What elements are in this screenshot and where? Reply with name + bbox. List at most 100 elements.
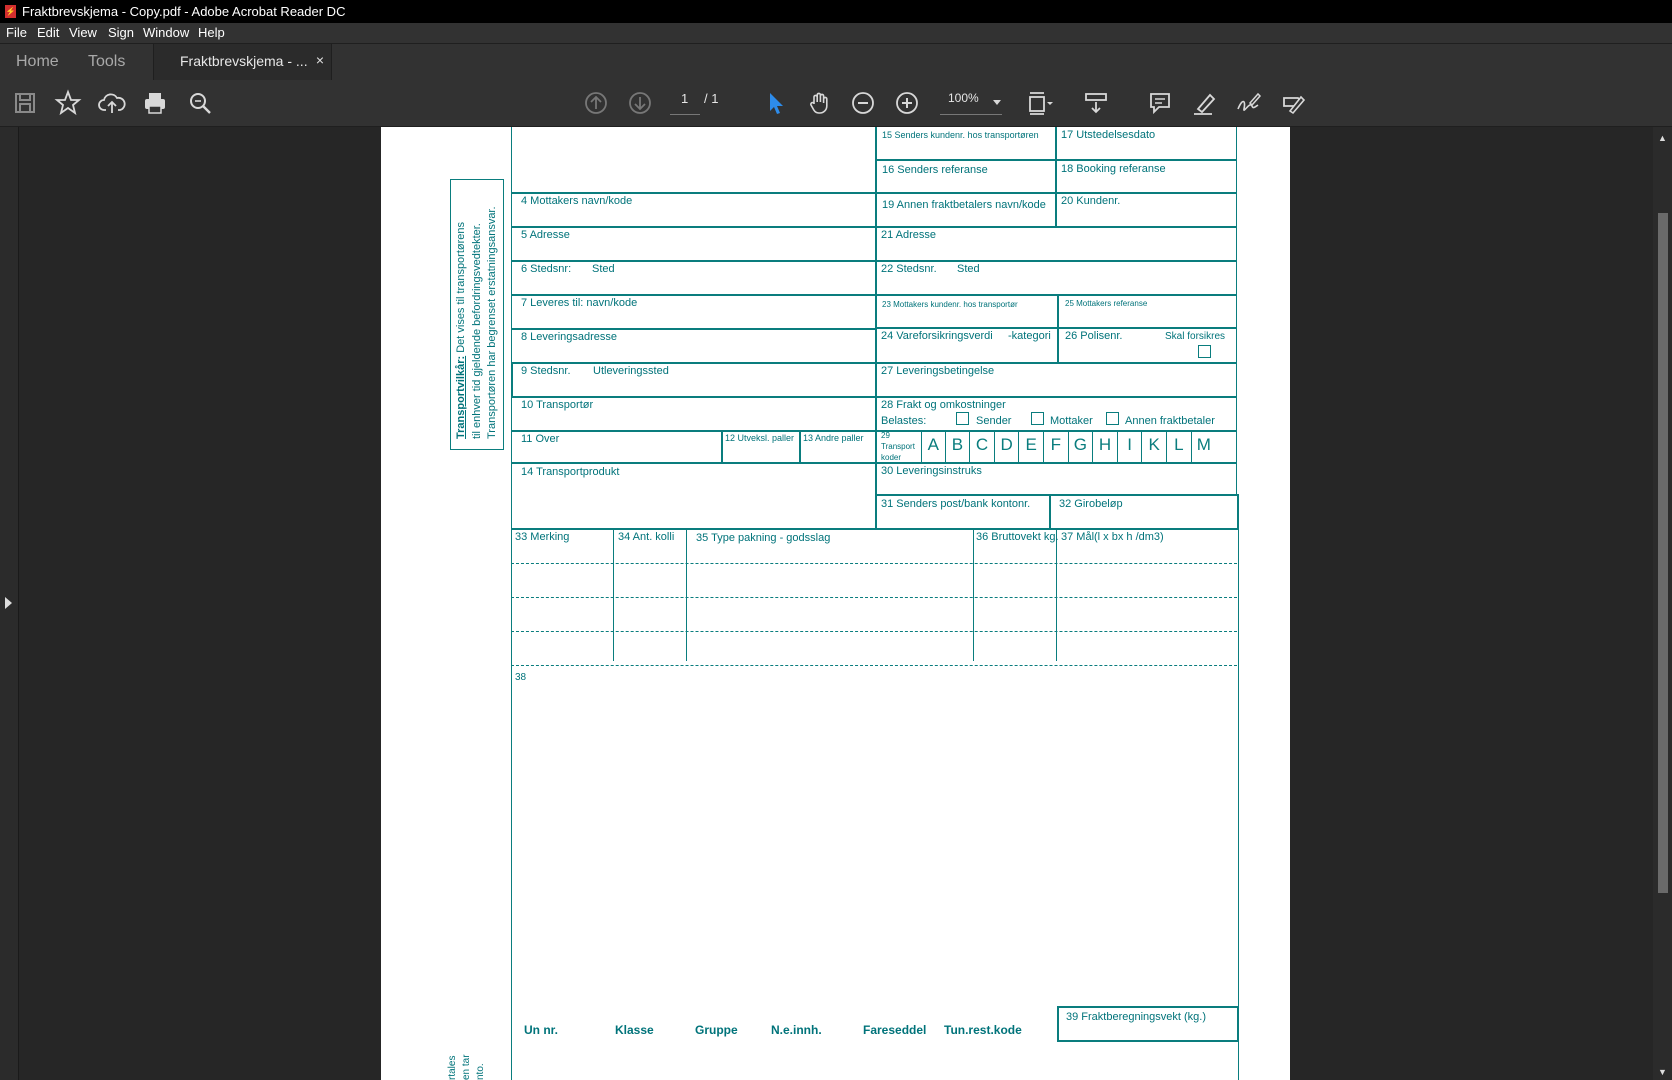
toolbar: 1 / 1 100% (0, 80, 1672, 127)
scrollbar-thumb[interactable] (1658, 213, 1668, 893)
goods-row-line (511, 631, 1237, 632)
field-22: 22 Stedsnr. Sted (875, 260, 1237, 296)
field-36: 36 Bruttovekt kg. (976, 531, 1059, 543)
zoom-level[interactable]: 100% (948, 91, 979, 105)
field-37: 37 Mål(l x bx h /dm3) (1061, 531, 1164, 543)
cutoff-text-2: en tar (461, 1054, 472, 1080)
page-number-input[interactable]: 1 (681, 91, 688, 106)
cutoff-text-3: nto. (475, 1063, 486, 1080)
terms-line2: til enhver tid gjeldende befordringsvedt… (471, 223, 483, 439)
field-20: 20 Kundenr. (1055, 192, 1237, 228)
close-tab-icon[interactable]: × (316, 52, 324, 68)
field-28: 28 Frakt og omkostninger Belastes: Sende… (875, 396, 1237, 432)
tab-home[interactable]: Home (16, 53, 59, 71)
tab-document[interactable]: Fraktbrevskjema - ... × (153, 44, 332, 80)
zoom-out-icon[interactable] (849, 89, 877, 117)
goods-col-divider (613, 529, 614, 661)
goods-row-line (511, 563, 1237, 564)
field-27: 27 Leveringsbetingelse (875, 362, 1237, 398)
sender-checkbox[interactable] (956, 412, 969, 425)
label-un-nr: Un nr. (524, 1023, 559, 1037)
tab-bar: Home Tools Fraktbrevskjema - ... × (0, 43, 1672, 81)
hand-icon[interactable] (806, 89, 834, 117)
goods-col-divider (1056, 529, 1057, 661)
menu-file[interactable]: File (6, 25, 27, 40)
freight-form: Transportvilkår: Det vises til transport… (381, 127, 1290, 1080)
transport-code-e: E (1019, 431, 1044, 462)
field-30: 30 Leveringsinstruks (875, 462, 1237, 496)
label-gruppe: Gruppe (695, 1023, 738, 1037)
field-38: 38 (515, 672, 527, 683)
fill-sign-icon[interactable] (1279, 89, 1307, 117)
menu-view[interactable]: View (69, 25, 97, 40)
select-cursor-icon[interactable] (762, 89, 790, 117)
mottaker-checkbox[interactable] (1031, 412, 1044, 425)
menu-edit[interactable]: Edit (37, 25, 59, 40)
zoom-in-icon[interactable] (893, 89, 921, 117)
print-icon[interactable] (141, 89, 169, 117)
fit-page-icon[interactable] (1026, 89, 1054, 117)
menu-sign[interactable]: Sign (108, 25, 134, 40)
pdf-page: Transportvilkår: Det vises til transport… (381, 127, 1290, 1080)
menu-window[interactable]: Window (143, 25, 189, 40)
comment-icon[interactable] (1146, 89, 1174, 117)
field-14: 14 Transportprodukt (511, 462, 877, 530)
transport-code-d: D (995, 431, 1020, 462)
menu-help[interactable]: Help (198, 25, 225, 40)
field-8: 8 Leveringsadresse (511, 328, 877, 364)
field-33: 33 Merking (515, 531, 570, 543)
insure-checkbox[interactable] (1198, 345, 1211, 358)
transport-code-f: F (1044, 431, 1069, 462)
field-18: 18 Booking referanse (1055, 159, 1237, 194)
search-zoom-icon[interactable] (186, 89, 214, 117)
tab-tools[interactable]: Tools (88, 53, 125, 71)
goods-table (511, 528, 1239, 1080)
sign-icon[interactable] (1234, 89, 1262, 117)
page-up-icon[interactable] (582, 89, 610, 117)
label-tun-rest-kode: Tun.rest.kode (944, 1023, 1022, 1037)
transport-code-m: M (1196, 435, 1211, 454)
highlight-pen-icon[interactable] (1190, 89, 1218, 117)
scroll-mode-icon[interactable] (1082, 89, 1110, 117)
transport-code-l: L (1167, 431, 1192, 462)
pdf-icon: ⚡ (5, 5, 16, 18)
field-26: 26 Polisenr. Skal forsikres (1057, 327, 1237, 364)
sender-box (511, 127, 877, 194)
left-panel-rail (0, 127, 19, 1080)
window-title: Fraktbrevskjema - Copy.pdf - Adobe Acrob… (22, 4, 346, 19)
field-11: 11 Over (511, 430, 723, 464)
goods-col-divider (686, 529, 687, 661)
field-35: 35 Type pakning - godsslag (696, 532, 831, 544)
bookmark-star-icon[interactable] (54, 89, 82, 117)
upload-cloud-icon[interactable] (98, 89, 126, 117)
goods-row-line (511, 665, 1237, 666)
goods-col-divider (973, 529, 974, 661)
transport-code-c: C (970, 431, 995, 462)
field-10: 10 Transportør (511, 396, 877, 432)
vertical-scrollbar[interactable]: ▲ ▼ (1653, 127, 1672, 1080)
save-icon[interactable] (11, 89, 39, 117)
transport-code-h: H (1093, 431, 1118, 462)
transport-code-i: I (1118, 431, 1143, 462)
field-12: 12 Utveksl. paller (721, 430, 801, 464)
page-total: / 1 (704, 91, 719, 106)
transport-code-k: K (1142, 431, 1167, 462)
goods-row-line (511, 597, 1237, 598)
expand-panel-icon[interactable] (5, 597, 12, 609)
transport-code-a: A (921, 431, 946, 462)
field-7: 7 Leveres til: navn/kode (511, 294, 877, 330)
tab-document-label: Fraktbrevskjema - ... (180, 53, 308, 69)
field-4: 4 Mottakers navn/kode (511, 192, 877, 228)
label-ne-innh: N.e.innh. (771, 1023, 822, 1037)
scroll-up-icon[interactable]: ▲ (1658, 133, 1667, 143)
zoom-dropdown-icon[interactable] (993, 100, 1001, 105)
field-6: 6 Stedsnr: Sted (511, 260, 877, 296)
document-viewer[interactable]: Transportvilkår: Det vises til transport… (19, 127, 1653, 1080)
transport-code-b: B (946, 431, 971, 462)
annen-checkbox[interactable] (1106, 412, 1119, 425)
field-31: 31 Senders post/bank kontonr. (875, 494, 1051, 530)
cutoff-text-1: rtales (447, 1055, 458, 1080)
scroll-down-icon[interactable]: ▼ (1658, 1067, 1667, 1077)
page-down-icon[interactable] (626, 89, 654, 117)
title-bar: ⚡ Fraktbrevskjema - Copy.pdf - Adobe Acr… (0, 0, 1672, 23)
